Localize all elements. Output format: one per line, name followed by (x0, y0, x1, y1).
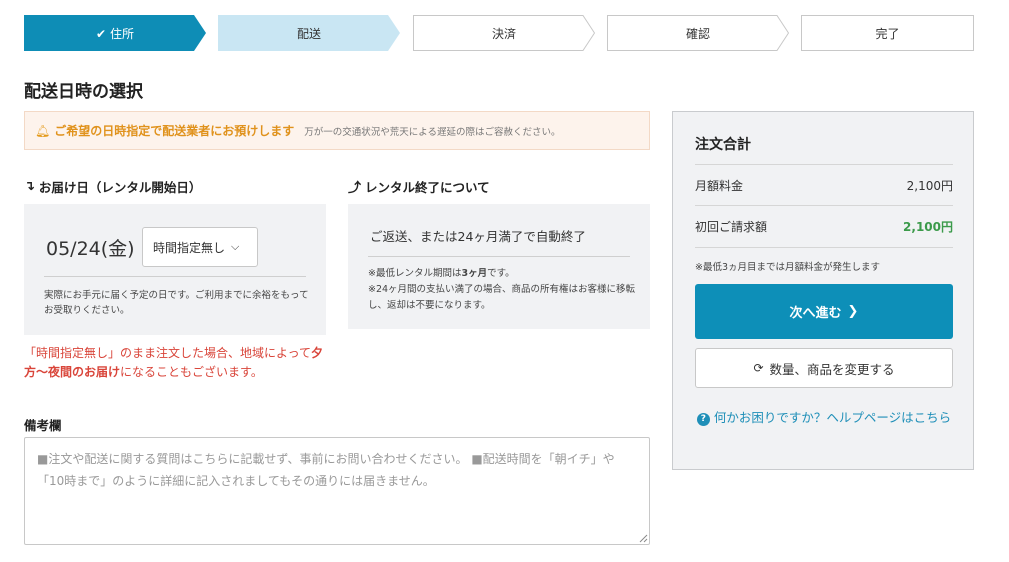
time-select-value: 時間指定無し (153, 240, 226, 255)
change-items-button[interactable]: ⟳ 数量、商品を変更する (695, 348, 953, 388)
arrow-up-right-icon: ⤴ (348, 181, 362, 196)
time-select[interactable]: 時間指定無し ⌵ (142, 227, 258, 267)
refresh-icon: ⟳ (753, 361, 764, 375)
check-icon: ✔ (96, 26, 107, 41)
change-items-label: 数量、商品を変更する (769, 361, 895, 377)
divider (695, 205, 953, 206)
monthly-fee-value: 2,100円 (906, 179, 953, 193)
divider (695, 247, 953, 248)
step-confirm-label: 確認 (685, 26, 710, 41)
first-charge-row: 初回ご請求額 2,100円 (695, 218, 953, 235)
rental-end-box: ご返送、または24ヶ月満了で自動終了 ※最低レンタル期間は3ヶ月です。 ※24ヶ… (348, 204, 650, 329)
step-shipping-label: 配送 (296, 26, 321, 41)
divider (695, 164, 953, 165)
step-payment-label: 決済 (491, 26, 516, 41)
page-title: 配送日時の選択 (24, 82, 143, 102)
divider (44, 276, 306, 277)
remarks-label: 備考欄 (24, 418, 62, 433)
delivery-note: 実際にお手元に届く予定の日です。ご利用までに余裕をもってお受取りください。 (44, 290, 309, 316)
rental-min-period: ※最低レンタル期間は3ヶ月です。 (368, 266, 638, 282)
arrow-down-right-icon: ↴ (24, 179, 35, 194)
step-payment[interactable]: 決済 (413, 15, 595, 51)
first-charge-value: 2,100円 (903, 220, 953, 234)
monthly-fee-label: 月額料金 (695, 179, 744, 193)
chevron-right-icon: ❯ (847, 304, 859, 319)
bell-icon: 🔔︎ (35, 123, 51, 138)
first-charge-label: 初回ご請求額 (695, 220, 768, 234)
warning-text: 「時間指定無し」のまま注文した場合、地域によって (24, 346, 312, 360)
warning-text-end: になることもございます。 (120, 365, 263, 379)
checkout-stepper: ✔ 住所 配送 決済 確認 完了 (24, 15, 974, 51)
time-warning: 「時間指定無し」のまま注文した場合、地域によって夕方〜夜間のお届けになることもご… (24, 344, 344, 382)
step-label: 住所 (109, 26, 134, 41)
summary-title: 注文合計 (695, 137, 751, 153)
step-shipping[interactable]: 配送 (218, 15, 400, 51)
notice-main: ご希望の日時指定で配送業者にお預けします (54, 124, 295, 138)
help-link-label: 何かお困りですか？ヘルプページはこちら (713, 410, 952, 425)
delivery-heading: ↴ お届け日（レンタル開始日） (24, 177, 201, 196)
rental-ownership-note: ※24ヶ月間の支払い満了の場合、商品の所有権はお客様に移転し、返却は不要になりま… (368, 284, 636, 311)
notice-sub: 万が一の交通状況や荒天による遅延の際はご容赦ください。 (304, 126, 561, 138)
delivery-notice: 🔔︎ ご希望の日時指定で配送業者にお預けします 万が一の交通状況や荒天による遅延… (24, 111, 650, 150)
resize-grip-icon[interactable] (638, 533, 648, 543)
next-button-label: 次へ進む (789, 306, 842, 321)
next-button[interactable]: 次へ進む ❯ (695, 284, 953, 339)
summary-note: ※最低3ヵ月目までは月額料金が発生します (695, 262, 881, 273)
step-address-label: ✔ 住所 (96, 25, 134, 42)
rental-end-heading: ⤴ レンタル終了について (348, 177, 490, 196)
note-bold: 3ヶ月 (461, 268, 488, 279)
delivery-heading-text: お届け日（レンタル開始日） (38, 180, 202, 195)
divider (368, 256, 630, 257)
delivery-date-box: 05/24(金) 時間指定無し ⌵ 実際にお手元に届く予定の日です。ご利用までに… (24, 204, 326, 335)
rental-end-main: ご返送、または24ヶ月満了で自動終了 (370, 229, 586, 244)
rental-end-note: ※最低レンタル期間は3ヶ月です。 ※24ヶ月間の支払い満了の場合、商品の所有権は… (368, 266, 638, 314)
note-text: ※最低レンタル期間は (368, 268, 462, 279)
step-complete[interactable]: 完了 (801, 15, 974, 51)
step-complete-label: 完了 (875, 26, 900, 41)
monthly-fee-row: 月額料金 2,100円 (695, 177, 953, 194)
step-confirm[interactable]: 確認 (607, 15, 789, 51)
step-address[interactable]: ✔ 住所 (24, 15, 206, 51)
help-link[interactable]: ? 何かお困りですか？ヘルプページはこちら (695, 408, 953, 427)
delivery-date: 05/24(金) (46, 238, 135, 260)
chevron-down-icon: ⌵ (231, 240, 240, 253)
order-summary: 注文合計 月額料金 2,100円 初回ご請求額 2,100円 ※最低3ヵ月目まで… (672, 111, 974, 470)
remarks-textarea[interactable] (24, 437, 650, 545)
question-icon: ? (696, 413, 710, 426)
rental-end-heading-text: レンタル終了について (365, 180, 490, 195)
note-text: です。 (487, 268, 515, 279)
